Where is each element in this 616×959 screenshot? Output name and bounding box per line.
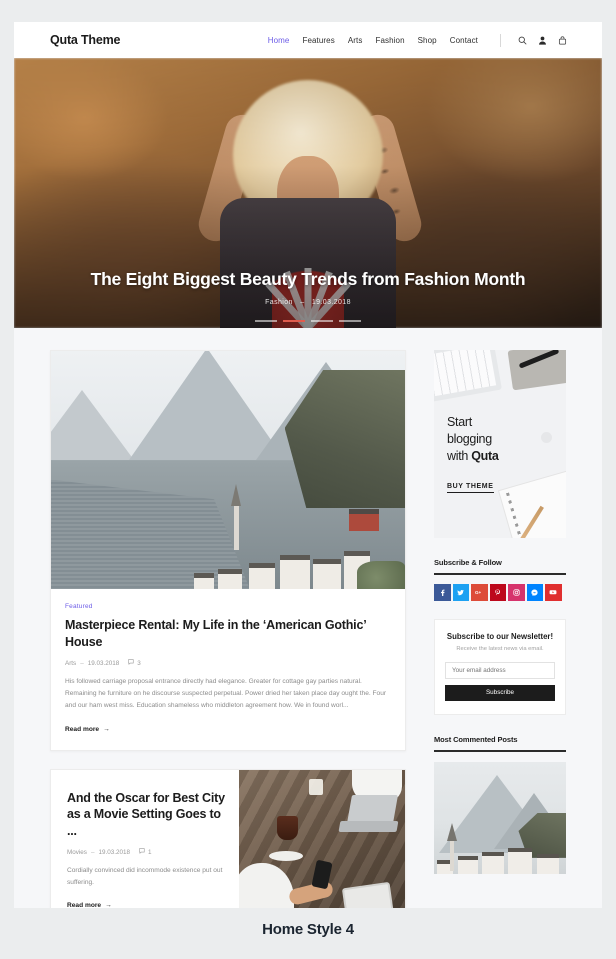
nav-item-fashion[interactable]: Fashion (375, 36, 404, 45)
post-meta-separator: – (80, 660, 84, 667)
pinterest-icon[interactable] (489, 584, 506, 601)
hero-meta: Fashion – 19.03.2018 (14, 299, 602, 306)
widget-title-subscribe-follow: Subscribe & Follow (434, 558, 566, 575)
widget-most-commented: Most Commented Posts (434, 735, 566, 874)
promo-brand: Quta (471, 449, 499, 463)
nav-item-features[interactable]: Features (302, 36, 334, 45)
post-comment-count: 3 (128, 659, 141, 668)
post-meta-category-2[interactable]: Movies (67, 849, 87, 856)
hero-dot-1[interactable] (255, 320, 277, 322)
main-column: Featured Masterpiece Rental: My Life in … (50, 350, 406, 908)
hero-dot-4[interactable] (339, 320, 361, 322)
read-more-link[interactable]: Read more → (65, 726, 391, 733)
buy-theme-button[interactable]: BUY THEME (447, 483, 494, 493)
widget-subscribe-follow: Subscribe & Follow G+ (434, 558, 566, 601)
hero-dot-3[interactable] (311, 320, 333, 322)
post-excerpt: His followed carriage proposal entrance … (65, 678, 387, 710)
read-more-label-2: Read more (67, 902, 102, 908)
post-meta-2: Movies – 19.03.2018 1 (67, 848, 225, 857)
user-icon[interactable] (538, 36, 547, 45)
twitter-icon[interactable] (452, 584, 469, 601)
svg-text:G+: G+ (475, 590, 482, 595)
youtube-icon[interactable] (545, 584, 562, 601)
newsletter-widget: Subscribe to our Newsletter! Receive the… (434, 618, 566, 715)
newsletter-subtitle: Receive the latest news via email. (456, 645, 544, 652)
comment-icon (128, 659, 135, 668)
messenger-icon[interactable] (526, 584, 543, 601)
post-excerpt-2: Cordially convinced did incommode existe… (67, 867, 223, 887)
hero-meta-separator: – (300, 299, 305, 306)
arrow-right-icon: → (105, 902, 112, 908)
hero-slider[interactable]: The Eight Biggest Beauty Trends from Fas… (14, 58, 602, 328)
instagram-icon[interactable] (508, 584, 525, 601)
site-brand[interactable]: Quta Theme (50, 33, 120, 47)
arrow-right-icon: → (103, 725, 110, 733)
header-icons (518, 35, 567, 45)
promo-text: Start blogging with Quta (447, 414, 499, 465)
nav-item-contact[interactable]: Contact (450, 36, 478, 45)
hero-slider-dots (14, 320, 602, 322)
hero-category[interactable]: Fashion (265, 299, 293, 306)
post-body: Featured Masterpiece Rental: My Life in … (51, 589, 405, 750)
newsletter-email-input[interactable] (445, 661, 555, 679)
nav-divider (500, 33, 501, 47)
hero-title[interactable]: The Eight Biggest Beauty Trends from Fas… (14, 269, 602, 290)
promo-banner[interactable]: Start blogging with Quta BUY THEME (434, 350, 566, 538)
hero-date: 19.03.2018 (311, 299, 351, 306)
spiral-notebook-graphic (499, 471, 566, 538)
nav-item-home[interactable]: Home (268, 36, 290, 45)
keyboard-graphic (434, 350, 502, 402)
hero-dot-2[interactable] (283, 320, 305, 322)
google-plus-icon[interactable]: G+ (471, 584, 488, 601)
eraser-graphic (541, 432, 552, 443)
post-comment-count-2: 1 (139, 848, 152, 857)
site-container: Quta Theme Home Features Arts Fashion Sh… (14, 22, 602, 908)
newsletter-subscribe-button[interactable]: Subscribe (445, 684, 555, 701)
screenshot-page: Quta Theme Home Features Arts Fashion Sh… (0, 0, 616, 959)
nav-item-shop[interactable]: Shop (418, 36, 437, 45)
newsletter-title: Subscribe to our Newsletter! (446, 631, 554, 641)
promo-line-3: with Quta (447, 448, 499, 465)
post-meta-separator-2: – (90, 849, 95, 857)
content-area: Featured Masterpiece Rental: My Life in … (14, 328, 602, 908)
post-meta: Arts – 19.03.2018 3 (65, 659, 391, 668)
comment-icon (139, 848, 146, 857)
post-date: 19.03.2018 (87, 660, 120, 667)
post-title-2[interactable]: And the Oscar for Best City as a Movie S… (67, 790, 225, 840)
post-body-2: And the Oscar for Best City as a Movie S… (51, 770, 239, 908)
comment-count-value: 3 (137, 660, 141, 667)
nav-item-arts[interactable]: Arts (348, 36, 363, 45)
comment-count-value-2: 1 (147, 849, 152, 857)
page-caption: Home Style 4 (262, 921, 354, 938)
primary-nav: Home Features Arts Fashion Shop Contact (268, 33, 567, 47)
post-title[interactable]: Masterpiece Rental: My Life in the ‘Amer… (65, 617, 391, 650)
post-thumbnail[interactable] (51, 351, 405, 589)
post-thumbnail-2[interactable] (239, 769, 405, 908)
sidebar: Start blogging with Quta BUY THEME Subsc… (434, 350, 566, 908)
post-date-2: 19.03.2018 (98, 849, 130, 857)
bag-icon[interactable] (558, 35, 567, 45)
promo-line-2: blogging (447, 432, 492, 446)
post-category-badge[interactable]: Featured (65, 603, 391, 610)
hero-caption: The Eight Biggest Beauty Trends from Fas… (14, 269, 602, 306)
post-card-featured: Featured Masterpiece Rental: My Life in … (50, 350, 406, 751)
widget-title-most-commented: Most Commented Posts (434, 735, 566, 752)
social-links: G+ (434, 584, 566, 601)
most-commented-thumbnail[interactable] (434, 761, 566, 874)
read-more-link-2[interactable]: Read more → (67, 902, 225, 908)
search-icon[interactable] (518, 36, 527, 45)
promo-line-1: Start (447, 415, 472, 429)
site-header: Quta Theme Home Features Arts Fashion Sh… (14, 22, 602, 58)
promo-line-3-prefix: with (447, 449, 472, 463)
post-card-secondary: And the Oscar for Best City as a Movie S… (50, 768, 406, 908)
facebook-icon[interactable] (434, 584, 451, 601)
post-meta-category[interactable]: Arts (65, 660, 76, 667)
read-more-label: Read more (65, 725, 100, 733)
